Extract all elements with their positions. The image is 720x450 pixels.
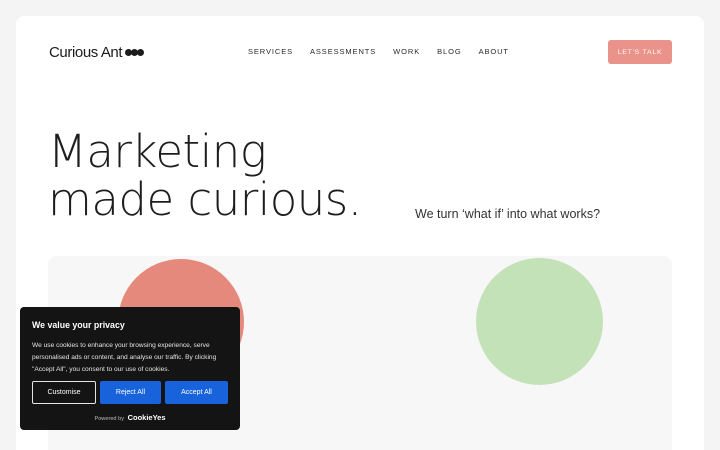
nav-item-about[interactable]: ABOUT — [479, 47, 509, 56]
lets-talk-button[interactable]: LET'S TALK — [608, 40, 672, 64]
nav-item-work[interactable]: WORK — [393, 47, 420, 56]
cookie-consent-banner: We value your privacy We use cookies to … — [20, 307, 240, 430]
hero-title-line-2: made curious. — [48, 173, 362, 226]
brand-name: Curious Ant — [49, 44, 123, 61]
cookieyes-logo[interactable]: CookieYes — [128, 413, 166, 422]
green-circle-shape — [476, 258, 603, 385]
nav-item-blog[interactable]: BLOG — [437, 47, 461, 56]
cookie-title: We value your privacy — [32, 320, 125, 330]
customise-button[interactable]: Customise — [32, 381, 96, 404]
cookie-powered-by: Powered by CookieYes — [20, 413, 240, 422]
powered-by-label: Powered by — [94, 416, 125, 422]
cookie-button-row: Customise Reject All Accept All — [32, 381, 228, 404]
brand-logo[interactable]: Curious Ant — [49, 44, 145, 61]
accept-all-button[interactable]: Accept All — [165, 381, 228, 404]
three-dots-icon — [125, 49, 145, 56]
nav-item-assessments[interactable]: ASSESSMENTS — [310, 47, 376, 56]
hero-title-line-1: Marketing — [48, 125, 267, 178]
reject-all-button[interactable]: Reject All — [100, 381, 161, 404]
cookie-description: We use cookies to enhance your browsing … — [32, 342, 217, 373]
main-nav: SERVICES ASSESSMENTS WORK BLOG ABOUT — [248, 47, 509, 56]
hero-tagline: We turn ‘what if’ into what works? — [415, 207, 601, 221]
nav-item-services[interactable]: SERVICES — [248, 47, 293, 56]
hero-title: Marketing made curious. — [48, 128, 362, 224]
